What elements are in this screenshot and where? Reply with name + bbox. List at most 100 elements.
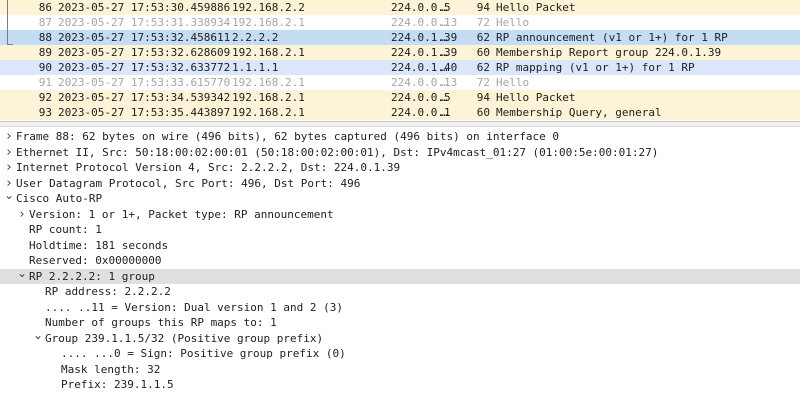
packet-length: 62: [476, 61, 490, 74]
detail-tree-item[interactable]: Reserved: 0x00000000: [0, 253, 800, 268]
packet-protocol-truncated: …: [441, 1, 448, 14]
packet-time: 2023-05-27 17:53:34.539342: [58, 91, 231, 104]
detail-tree-item[interactable]: › Ethernet II, Src: 50:18:00:02:00:01 (50…: [0, 145, 800, 160]
conversation-line-end: [7, 44, 13, 45]
detail-text: .... ...0 = Sign: Positive group prefix …: [61, 347, 346, 360]
packet-number: 92: [38, 91, 52, 104]
packet-number: 87: [38, 16, 52, 29]
packet-info: Hello Packet: [496, 91, 576, 104]
detail-tree-item[interactable]: ⌄ Cisco Auto-RP: [0, 188, 800, 206]
detail-tree-item[interactable]: ⌄ RP 2.2.2.2: 1 group: [0, 266, 800, 284]
packet-time: 2023-05-27 17:53:31.338934: [58, 16, 231, 29]
detail-text: User Datagram Protocol, Src Port: 496, D…: [16, 176, 361, 190]
packet-source: 1.1.1.1: [232, 61, 279, 74]
packet-protocol-truncated: …: [441, 91, 448, 104]
packet-row[interactable]: 91 2023-05-27 17:53:33.615770 192.168.2.1 2…: [0, 75, 800, 90]
packet-source: 192.168.2.1: [232, 46, 305, 59]
packet-length: 72: [476, 16, 490, 29]
packet-number: 86: [38, 1, 52, 14]
detail-tree-item[interactable]: Prefix: 239.1.1.5: [0, 377, 800, 392]
packet-number: 89: [38, 46, 52, 59]
chevron-right-icon[interactable]: ›: [4, 160, 14, 175]
detail-text: Frame 88: 62 bytes on wire (496 bits), 6…: [16, 130, 560, 143]
packet-source: 192.168.2.1: [232, 106, 305, 119]
detail-text: Ethernet II, Src: 50:18:00:02:00:01 (50:…: [16, 145, 659, 159]
detail-text: Version: 1 or 1+, Packet type: RP announ…: [29, 207, 334, 221]
detail-tree-item[interactable]: › Internet Protocol Version 4, Src: 2.2.2…: [0, 160, 800, 175]
detail-tree-item[interactable]: › Frame 88: 62 bytes on wire (496 bits), …: [0, 129, 800, 144]
packet-info: Hello: [496, 16, 530, 29]
packet-source: 192.168.2.1: [232, 76, 305, 89]
packet-details[interactable]: › Frame 88: 62 bytes on wire (496 bits), …: [0, 127, 800, 414]
detail-text: Internet Protocol Version 4, Src: 2.2.2.…: [16, 161, 401, 174]
packet-row[interactable]: 88 2023-05-27 17:53:32.458611 2.2.2.2 224.0…: [0, 30, 800, 45]
detail-tree-item[interactable]: .... ...0 = Sign: Positive group prefix …: [0, 346, 800, 361]
packet-time: 2023-05-27 17:53:33.615770: [58, 76, 231, 89]
detail-text: RP address: 2.2.2.2: [45, 285, 171, 298]
packet-protocol-truncated: …: [441, 61, 448, 74]
conversation-line: [7, 0, 8, 45]
detail-text: Reserved: 0x00000000: [29, 254, 162, 267]
packet-length: 60: [476, 46, 490, 59]
packet-number: 93: [38, 106, 52, 119]
packet-number: 88: [38, 31, 52, 44]
chevron-down-icon[interactable]: ⌄: [4, 188, 14, 203]
detail-tree-item[interactable]: RP count: 1: [0, 222, 800, 237]
detail-tree-item[interactable]: › User Datagram Protocol, Src Port: 496, …: [0, 176, 800, 191]
detail-text: Prefix: 239.1.1.5: [61, 378, 174, 391]
packet-source: 192.168.2.2: [232, 1, 305, 14]
packet-info: Membership Report group 224.0.1.39: [496, 46, 722, 59]
packet-list[interactable]: 93 2023-05-27 17:53:35.443897 192.168.2.1 2…: [0, 0, 800, 120]
packet-info: Membership Query, general: [496, 106, 662, 119]
chevron-right-icon[interactable]: ›: [17, 207, 27, 222]
detail-text: .... ..11 = Version: Dual version 1 and …: [45, 300, 344, 314]
packet-row[interactable]: 89 2023-05-27 17:53:32.628609 192.168.2.1 2…: [0, 45, 800, 60]
packet-row[interactable]: 90 2023-05-27 17:53:32.633772 1.1.1.1 224.0…: [0, 60, 800, 75]
packet-info: RP mapping (v1 or 1+) for 1 RP: [496, 61, 695, 74]
packet-time: 2023-05-27 17:53:32.628609: [58, 46, 231, 59]
packet-length: 62: [476, 31, 490, 44]
packet-row[interactable]: 87 2023-05-27 17:53:31.338934 192.168.2.1 2…: [0, 15, 800, 30]
packet-source: 192.168.2.1: [232, 16, 305, 29]
detail-text: Holdtime: 181 seconds: [29, 238, 169, 252]
packet-row[interactable]: 92 2023-05-27 17:53:34.539342 192.168.2.1 2…: [0, 90, 800, 105]
detail-tree-item[interactable]: .... ..11 = Version: Dual version 1 and …: [0, 300, 800, 315]
detail-tree-item[interactable]: Holdtime: 181 seconds: [0, 238, 800, 253]
chevron-right-icon[interactable]: ›: [4, 145, 14, 160]
packet-length: 94: [476, 1, 490, 14]
packet-number: 90: [38, 61, 52, 74]
detail-tree-item[interactable]: ⌄ Group 239.1.1.5/32 (Positive group pref…: [0, 328, 800, 346]
packet-time: 2023-05-27 17:53:30.459886: [58, 1, 231, 14]
packet-info: Hello Packet: [496, 1, 576, 14]
chevron-down-icon[interactable]: ⌄: [33, 328, 43, 343]
packet-source: 2.2.2.2: [232, 31, 279, 44]
chevron-down-icon[interactable]: ⌄: [17, 266, 27, 281]
detail-text: Cisco Auto-RP: [16, 192, 103, 205]
packet-time: 2023-05-27 17:53:32.458611: [58, 31, 231, 44]
packet-protocol-truncated: …: [441, 16, 448, 29]
packet-protocol-truncated: …: [441, 31, 448, 44]
packet-protocol-truncated: …: [441, 46, 448, 59]
detail-tree-item[interactable]: Mask length: 32: [0, 362, 800, 377]
packet-time: 2023-05-27 17:53:32.633772: [58, 61, 231, 74]
packet-time: 2023-05-27 17:53:35.443897: [58, 106, 231, 119]
packet-number: 91: [38, 76, 52, 89]
detail-tree-item[interactable]: Number of groups this RP maps to: 1: [0, 315, 800, 330]
packet-length: 60: [476, 106, 490, 119]
packet-length: 94: [476, 91, 490, 104]
packet-length: 72: [476, 76, 490, 89]
detail-text: RP count: 1: [29, 223, 102, 236]
detail-text: Mask length: 32: [61, 362, 161, 376]
detail-text: Group 239.1.1.5/32 (Positive group prefi…: [45, 331, 324, 345]
packet-row[interactable]: 93 2023-05-27 17:53:35.443897 192.168.2.1 2…: [0, 105, 800, 120]
detail-text: Number of groups this RP maps to: 1: [45, 316, 277, 329]
packet-protocol-truncated: …: [441, 106, 448, 119]
detail-tree-item[interactable]: › Version: 1 or 1+, Packet type: RP annou…: [0, 207, 800, 222]
packet-protocol-truncated: …: [441, 76, 448, 89]
chevron-right-icon[interactable]: ›: [4, 129, 14, 144]
detail-tree-item[interactable]: RP address: 2.2.2.2: [0, 284, 800, 299]
packet-row[interactable]: 86 2023-05-27 17:53:30.459886 192.168.2.2 2…: [0, 0, 800, 15]
packet-info: Hello: [496, 76, 530, 89]
packet-info: RP announcement (v1 or 1+) for 1 RP: [496, 31, 728, 44]
packet-source: 192.168.2.1: [232, 91, 305, 104]
